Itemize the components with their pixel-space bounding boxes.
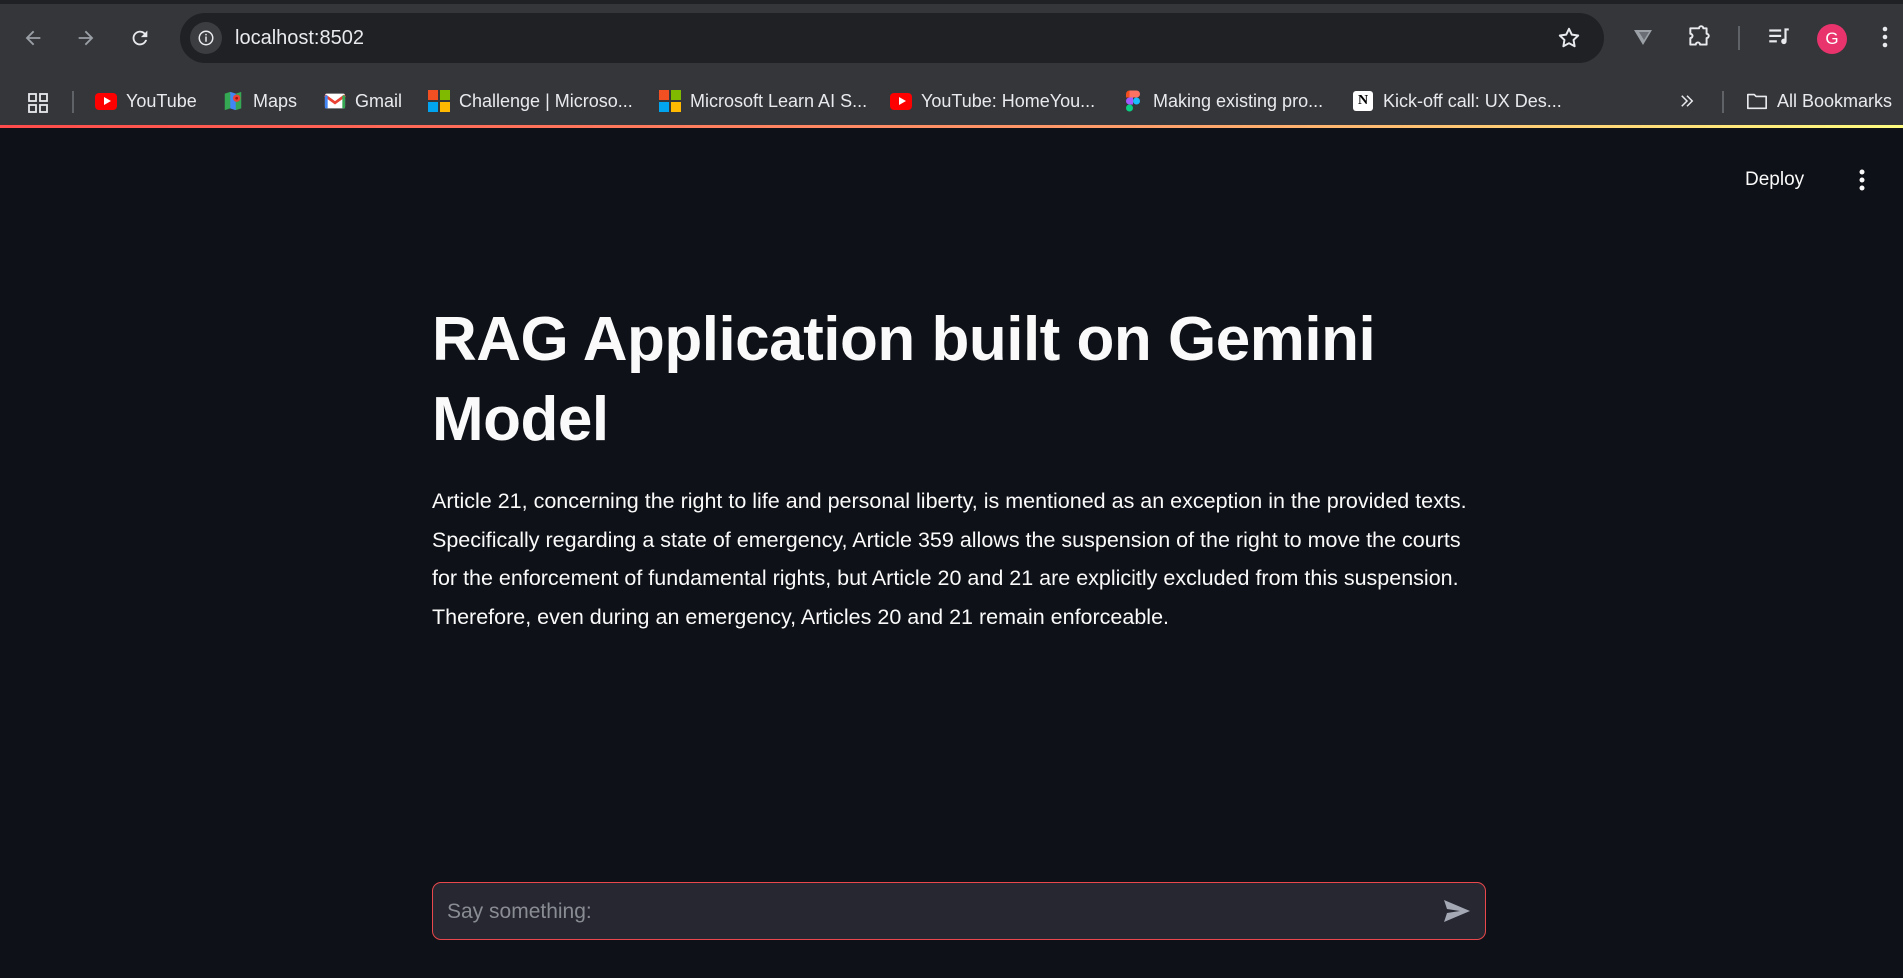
bookmark-gmail[interactable]: Gmail (324, 88, 402, 114)
arrow-right-icon (78, 30, 94, 46)
apps-grid-icon[interactable] (26, 91, 50, 120)
url-text[interactable]: localhost:8502 (235, 27, 364, 50)
more-bookmarks-button[interactable] (1678, 88, 1696, 114)
arrow-left-icon (25, 30, 41, 46)
browser-menu-icon[interactable] (1870, 22, 1900, 52)
site-info-icon[interactable] (190, 22, 222, 54)
bookmark-microsoft-learn[interactable]: Microsoft Learn AI S... (659, 88, 867, 114)
send-icon (1444, 900, 1470, 922)
chevron-double-right-icon (1681, 95, 1694, 107)
bookmark-label: Making existing pro... (1153, 90, 1324, 111)
kebab-menu-icon (1859, 169, 1865, 191)
media-control-icon[interactable] (1764, 22, 1794, 52)
bookmark-making-existing[interactable]: Making existing pro... (1122, 88, 1323, 114)
toolbar-divider (1738, 26, 1740, 50)
bookmark-youtube-homeyou[interactable]: YouTube: HomeYou... (890, 88, 1095, 114)
microsoft-icon (659, 90, 681, 112)
bookmarks-divider (72, 91, 74, 113)
main-menu-button[interactable] (1848, 166, 1876, 194)
bookmark-maps[interactable]: Maps (222, 88, 297, 114)
bookmark-label: YouTube (126, 90, 197, 111)
youtube-icon (95, 90, 117, 112)
profile-avatar[interactable]: G (1817, 24, 1847, 54)
bookmark-challenge-microsoft[interactable]: Challenge | Microso... (428, 88, 633, 114)
chat-input[interactable] (445, 893, 1409, 931)
bookmark-label: Microsoft Learn AI S... (690, 90, 868, 111)
bookmark-kickoff-call[interactable]: N Kick-off call: UX Des... (1352, 88, 1562, 114)
bookmark-label: Maps (253, 90, 298, 111)
address-bar[interactable]: localhost:8502 (180, 13, 1604, 63)
app-header-decoration (0, 125, 1903, 128)
tab-strip (0, 0, 1903, 4)
chat-input-container (432, 882, 1486, 940)
folder-icon (1746, 90, 1768, 112)
send-button[interactable] (1441, 896, 1473, 926)
all-bookmarks-label: All Bookmarks (1777, 90, 1893, 111)
microsoft-icon (428, 90, 450, 112)
extension-icon[interactable] (1628, 22, 1658, 52)
browser-toolbar: localhost:8502 G (0, 0, 1903, 77)
back-button[interactable] (15, 20, 51, 56)
notion-icon: N (1352, 90, 1374, 112)
bookmarks-divider (1722, 91, 1724, 113)
gmail-icon (324, 90, 346, 112)
bookmark-youtube[interactable]: YouTube (95, 88, 197, 114)
page-title: RAG Application built on Gemini Model (432, 305, 1376, 454)
bookmark-label: YouTube: HomeYou... (921, 90, 1096, 111)
figma-icon (1122, 90, 1144, 112)
forward-button[interactable] (68, 20, 104, 56)
bookmark-label: Gmail (355, 90, 403, 111)
maps-icon (222, 90, 244, 112)
reload-button[interactable] (122, 20, 158, 56)
bookmarks-bar: YouTube Maps Gmail Challenge | Microso..… (0, 77, 1903, 125)
youtube-icon (890, 90, 912, 112)
bookmark-star-icon[interactable] (1556, 25, 1582, 56)
response-text: Article 21, concerning the right to life… (432, 489, 1467, 629)
bookmark-label: Kick-off call: UX Des... (1383, 90, 1562, 111)
bookmark-label: Challenge | Microso... (459, 90, 633, 111)
all-bookmarks-button[interactable]: All Bookmarks (1746, 88, 1892, 114)
extensions-puzzle-icon[interactable] (1684, 22, 1714, 52)
reload-icon (132, 30, 148, 46)
deploy-button[interactable]: Deploy (1745, 164, 1804, 196)
